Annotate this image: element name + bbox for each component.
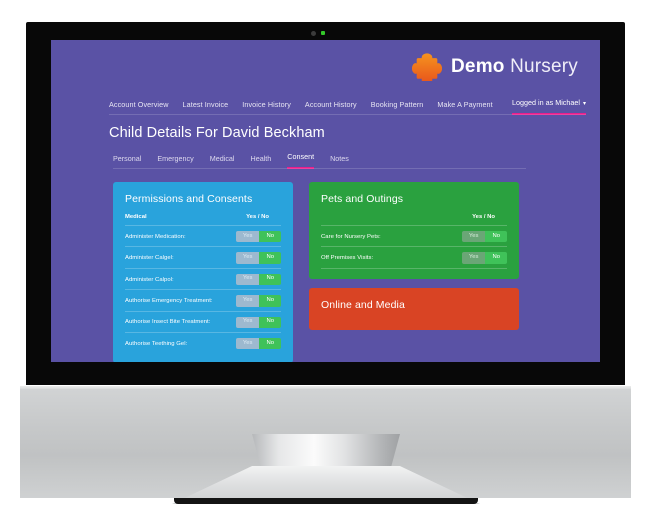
permissions-and-consents-panel: Permissions and Consents Medical Yes / N… bbox=[113, 182, 293, 362]
top-navigation: Account Overview Latest Invoice Invoice … bbox=[51, 93, 600, 116]
toggle-yes-option[interactable]: Yes bbox=[235, 252, 260, 264]
yes-no-toggle[interactable]: Yes No bbox=[235, 295, 281, 307]
brand-light: Nursery bbox=[510, 56, 578, 77]
tab-consent[interactable]: Consent bbox=[287, 152, 315, 169]
yes-no-toggle[interactable]: Yes No bbox=[235, 252, 281, 264]
toggle-no-option[interactable]: No bbox=[259, 338, 281, 350]
online-and-media-panel: Online and Media bbox=[309, 287, 519, 330]
brand-bold: Demo bbox=[451, 56, 505, 77]
toggle-no-option[interactable]: No bbox=[259, 252, 281, 264]
toggle-yes-option[interactable]: Yes bbox=[235, 273, 260, 286]
toggle-no-option[interactable]: No bbox=[259, 316, 281, 329]
toggle-yes-option[interactable]: Yes bbox=[235, 231, 260, 243]
tab-medical[interactable]: Medical bbox=[210, 154, 235, 169]
nav-account-overview[interactable]: Account Overview bbox=[109, 100, 169, 109]
row-label: Administer Medication: bbox=[125, 233, 186, 240]
table-row: Administer Medication: Yes No bbox=[125, 225, 281, 246]
row-label: Authorise Insect Bite Treatment: bbox=[125, 319, 211, 326]
row-label: Administer Calgel: bbox=[125, 255, 174, 262]
table-row: Care for Nursery Pets: Yes No bbox=[321, 225, 507, 246]
tabs-divider bbox=[113, 168, 526, 169]
permissions-panel-title: Permissions and Consents bbox=[125, 193, 253, 205]
yes-no-toggle[interactable]: Yes No bbox=[235, 338, 281, 350]
row-label: Authorise Emergency Treatment: bbox=[125, 297, 213, 304]
left-column: Permissions and Consents Medical Yes / N… bbox=[113, 182, 293, 362]
row-label: Off Premises Visits: bbox=[321, 255, 374, 262]
table-row: Administer Calgel: Yes No bbox=[125, 246, 281, 267]
table-row: Authorise Insect Bite Treatment: Yes No bbox=[125, 310, 281, 332]
table-row: Authorise Emergency Treatment: Yes No bbox=[125, 289, 281, 310]
yes-no-toggle[interactable]: Yes No bbox=[235, 231, 281, 243]
webcam-icon bbox=[311, 31, 316, 36]
toggle-yes-option[interactable]: Yes bbox=[461, 252, 486, 264]
tab-health[interactable]: Health bbox=[251, 154, 272, 169]
monitor-mockup: Demo Nursery Account Overview Latest Inv… bbox=[0, 0, 650, 528]
toggle-yes-option[interactable]: Yes bbox=[235, 316, 260, 329]
page-title: Child Details For David Beckham bbox=[109, 125, 325, 141]
monitor-body-highlight bbox=[20, 386, 631, 389]
online-panel-title: Online and Media bbox=[321, 298, 405, 311]
row-label: Authorise Teething Gel: bbox=[125, 340, 188, 347]
permissions-section-header: Medical bbox=[125, 214, 147, 220]
toggle-no-option[interactable]: No bbox=[485, 231, 507, 243]
user-menu-label: Logged in as Michael bbox=[512, 98, 580, 107]
yes-no-toggle[interactable]: Yes No bbox=[235, 273, 281, 286]
nav-latest-invoice[interactable]: Latest Invoice bbox=[183, 100, 229, 109]
table-row: Authorise Teething Gel: Yes No bbox=[125, 332, 281, 353]
nav-account-history[interactable]: Account History bbox=[305, 100, 357, 109]
nav-booking-pattern[interactable]: Booking Pattern bbox=[371, 100, 424, 109]
pets-yesno-header: Yes / No bbox=[472, 214, 495, 220]
nav-make-a-payment[interactable]: Make A Payment bbox=[437, 100, 492, 109]
tab-notes[interactable]: Notes bbox=[330, 154, 349, 169]
pets-column-headers: Yes / No bbox=[321, 214, 507, 225]
brand-logo[interactable]: Demo Nursery bbox=[412, 53, 578, 81]
panels-container: Permissions and Consents Medical Yes / N… bbox=[113, 182, 600, 362]
toggle-no-option[interactable]: No bbox=[259, 231, 281, 243]
detail-tabs: Personal Emergency Medical Health Consen… bbox=[113, 151, 600, 169]
table-row: Off Premises Visits: Yes No bbox=[321, 246, 507, 267]
yes-no-toggle[interactable]: Yes No bbox=[235, 316, 281, 329]
permissions-column-headers: Medical Yes / No bbox=[125, 214, 281, 225]
toggle-no-option[interactable]: No bbox=[259, 295, 281, 307]
puzzle-piece-icon bbox=[412, 53, 442, 81]
site-header: Demo Nursery bbox=[51, 40, 600, 93]
screen-content: Demo Nursery Account Overview Latest Inv… bbox=[51, 40, 600, 362]
tab-emergency[interactable]: Emergency bbox=[157, 154, 193, 169]
toggle-yes-option[interactable]: Yes bbox=[235, 295, 260, 307]
yes-no-toggle[interactable]: Yes No bbox=[461, 231, 507, 243]
yes-no-toggle[interactable]: Yes No bbox=[461, 252, 507, 264]
pets-table-bottom-border bbox=[321, 267, 507, 269]
chevron-down-icon: ▾ bbox=[582, 101, 586, 107]
permissions-yesno-header: Yes / No bbox=[246, 214, 269, 220]
row-label: Care for Nursery Pets: bbox=[321, 233, 381, 240]
tab-personal[interactable]: Personal bbox=[113, 154, 141, 169]
nav-divider bbox=[109, 114, 586, 115]
nav-invoice-history[interactable]: Invoice History bbox=[242, 100, 291, 109]
user-menu[interactable]: Logged in as Michael ▾ bbox=[512, 98, 586, 115]
toggle-no-option[interactable]: No bbox=[485, 252, 507, 264]
toggle-yes-option[interactable]: Yes bbox=[461, 231, 486, 243]
monitor-stand-shadow bbox=[174, 498, 478, 504]
table-row: Administer Calpol: Yes No bbox=[125, 267, 281, 289]
right-column: Pets and Outings Yes / No Care for Nurse… bbox=[309, 182, 519, 362]
toggle-yes-option[interactable]: Yes bbox=[235, 338, 260, 350]
power-led-indicator bbox=[321, 31, 325, 35]
brand-text: Demo Nursery bbox=[451, 56, 578, 78]
pets-panel-title: Pets and Outings bbox=[321, 193, 404, 205]
row-label: Administer Calpol: bbox=[125, 276, 174, 283]
pets-and-outings-panel: Pets and Outings Yes / No Care for Nurse… bbox=[309, 182, 519, 279]
toggle-no-option[interactable]: No bbox=[259, 273, 281, 286]
